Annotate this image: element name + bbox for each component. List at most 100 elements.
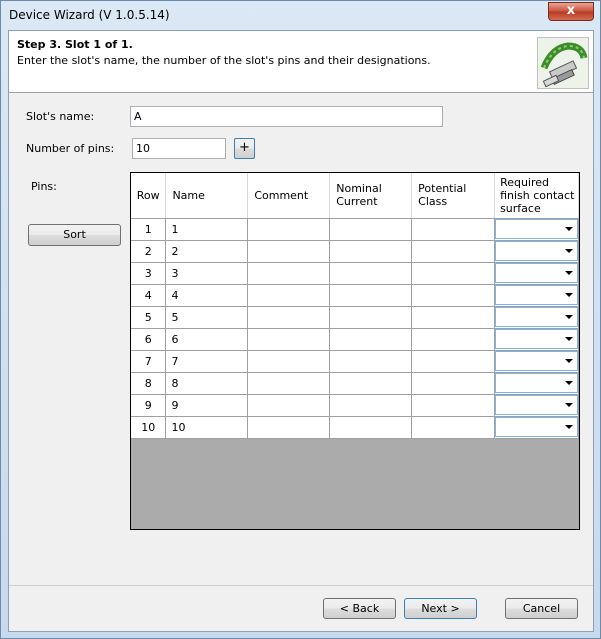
comment-cell[interactable] — [247, 218, 331, 241]
potential-class-cell[interactable] — [411, 262, 496, 285]
slot-name-input[interactable] — [130, 106, 443, 127]
nominal-current-cell[interactable] — [329, 284, 413, 307]
pin-name-cell[interactable]: 6 — [165, 328, 249, 351]
row-number-cell: 8 — [131, 372, 167, 395]
add-pins-button[interactable]: + — [234, 138, 255, 159]
required-finish-dropdown[interactable] — [495, 351, 578, 371]
required-finish-cell[interactable] — [494, 372, 579, 395]
required-finish-cell[interactable] — [494, 350, 579, 373]
column-header-row[interactable]: Row — [131, 173, 167, 219]
chevron-down-icon — [565, 271, 573, 275]
required-finish-dropdown[interactable] — [495, 263, 578, 283]
pin-name-cell[interactable]: 2 — [165, 240, 249, 263]
comment-cell[interactable] — [247, 284, 331, 307]
nominal-current-cell[interactable] — [329, 416, 413, 439]
pins-table-body: 1 1 2 2 3 3 4 4 5 5 6 6 7 7 8 8 9 9 10 10 — [131, 218, 579, 439]
pin-name-cell[interactable]: 5 — [165, 306, 249, 329]
row-number-cell: 4 — [131, 284, 167, 307]
table-row: 55 — [131, 306, 579, 329]
pin-name-cell[interactable]: 8 — [165, 372, 249, 395]
comment-cell[interactable] — [247, 306, 331, 329]
column-header-comment[interactable]: Comment — [247, 173, 331, 219]
potential-class-cell[interactable] — [411, 306, 496, 329]
required-finish-cell[interactable] — [494, 306, 579, 329]
nominal-current-cell[interactable] — [329, 306, 413, 329]
comment-cell[interactable] — [247, 372, 331, 395]
column-header-nominal-current[interactable]: Nominal Current — [329, 173, 413, 219]
potential-class-cell[interactable] — [411, 372, 496, 395]
table-row: 99 — [131, 394, 579, 417]
close-icon: x — [566, 3, 576, 18]
required-finish-cell[interactable] — [494, 218, 579, 241]
required-finish-dropdown[interactable] — [495, 241, 578, 261]
pin-name-cell[interactable]: 7 — [165, 350, 249, 373]
comment-cell[interactable] — [247, 328, 331, 351]
nominal-current-cell[interactable] — [329, 218, 413, 241]
next-button[interactable]: Next > — [404, 598, 477, 619]
required-finish-dropdown[interactable] — [495, 395, 578, 415]
chevron-down-icon — [565, 293, 573, 297]
table-row: 77 — [131, 350, 579, 373]
chevron-down-icon — [565, 425, 573, 429]
comment-cell[interactable] — [247, 416, 331, 439]
required-finish-dropdown[interactable] — [495, 219, 578, 239]
comment-cell[interactable] — [247, 350, 331, 373]
potential-class-cell[interactable] — [411, 240, 496, 263]
column-header-name[interactable]: Name — [165, 173, 249, 219]
nominal-current-cell[interactable] — [329, 350, 413, 373]
potential-class-cell[interactable] — [411, 416, 496, 439]
required-finish-cell[interactable] — [494, 262, 579, 285]
close-button[interactable]: x — [548, 2, 594, 21]
footer-separator — [9, 585, 593, 586]
row-number-cell: 2 — [131, 240, 167, 263]
pin-name-cell[interactable]: 1 — [165, 218, 249, 241]
pin-name-cell[interactable]: 4 — [165, 284, 249, 307]
potential-class-cell[interactable] — [411, 350, 496, 373]
nominal-current-cell[interactable] — [329, 372, 413, 395]
table-row: 44 — [131, 284, 579, 307]
required-finish-cell[interactable] — [494, 240, 579, 263]
sort-button[interactable]: Sort — [28, 224, 121, 246]
pin-name-cell[interactable]: 10 — [165, 416, 249, 439]
column-header-required-finish[interactable]: Required finish contact surface — [494, 173, 579, 219]
column-header-potential-class[interactable]: Potential Class — [411, 173, 496, 219]
number-of-pins-input[interactable] — [132, 138, 226, 159]
pin-name-cell[interactable]: 3 — [165, 262, 249, 285]
comment-cell[interactable] — [247, 262, 331, 285]
pins-grid: Row Name Comment Nominal Current Potenti… — [130, 172, 580, 530]
cable-connector-icon — [537, 37, 589, 89]
required-finish-dropdown[interactable] — [495, 329, 578, 349]
slot-name-label: Slot's name: — [26, 110, 95, 123]
potential-class-cell[interactable] — [411, 394, 496, 417]
back-button[interactable]: < Back — [323, 598, 396, 619]
row-number-cell: 6 — [131, 328, 167, 351]
table-row: 88 — [131, 372, 579, 395]
comment-cell[interactable] — [247, 394, 331, 417]
table-header-row: Row Name Comment Nominal Current Potenti… — [131, 173, 579, 219]
required-finish-cell[interactable] — [494, 284, 579, 307]
required-finish-dropdown[interactable] — [495, 285, 578, 305]
required-finish-cell[interactable] — [494, 394, 579, 417]
required-finish-cell[interactable] — [494, 416, 579, 439]
pin-name-cell[interactable]: 9 — [165, 394, 249, 417]
nominal-current-cell[interactable] — [329, 328, 413, 351]
potential-class-cell[interactable] — [411, 284, 496, 307]
nominal-current-cell[interactable] — [329, 394, 413, 417]
row-number-cell: 10 — [131, 416, 167, 439]
potential-class-cell[interactable] — [411, 328, 496, 351]
nominal-current-cell[interactable] — [329, 240, 413, 263]
nominal-current-cell[interactable] — [329, 262, 413, 285]
potential-class-cell[interactable] — [411, 218, 496, 241]
required-finish-dropdown[interactable] — [495, 373, 578, 393]
row-number-cell: 9 — [131, 394, 167, 417]
required-finish-dropdown[interactable] — [495, 307, 578, 327]
chevron-down-icon — [565, 249, 573, 253]
required-finish-cell[interactable] — [494, 328, 579, 351]
required-finish-dropdown[interactable] — [495, 417, 578, 437]
chevron-down-icon — [565, 403, 573, 407]
comment-cell[interactable] — [247, 240, 331, 263]
pins-label: Pins: — [31, 180, 57, 193]
cancel-button[interactable]: Cancel — [505, 598, 578, 619]
chevron-down-icon — [565, 227, 573, 231]
chevron-down-icon — [565, 381, 573, 385]
